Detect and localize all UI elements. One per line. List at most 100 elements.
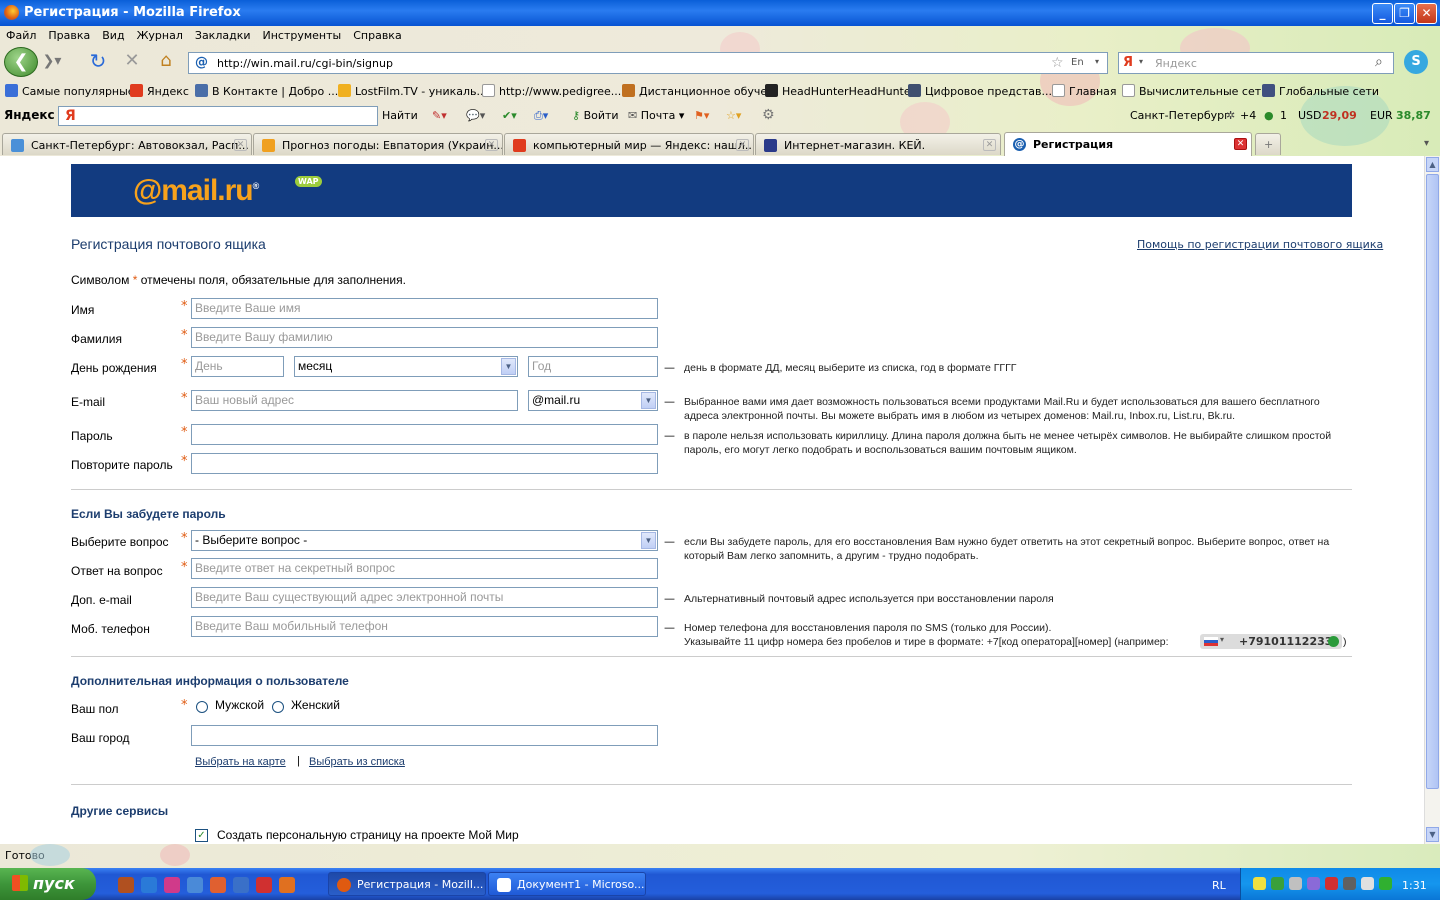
yandex-search-input[interactable]: Я: [58, 106, 378, 126]
choose-from-list-link[interactable]: Выбрать из списка: [309, 756, 405, 768]
star-icon[interactable]: ☆▾: [726, 109, 741, 122]
maximize-button[interactable]: ❐: [1394, 3, 1415, 24]
mailru-logo[interactable]: @mail.ru®: [133, 174, 259, 208]
tab-bus-station[interactable]: Санкт-Петербург: Автовокзал, Расп... ✕: [2, 133, 252, 155]
bookmark-item[interactable]: Самые популярные: [5, 84, 135, 98]
bookmark-item[interactable]: http://www.pedigree....: [482, 84, 625, 98]
tab-close-icon[interactable]: ✕: [234, 139, 247, 151]
mail-agent-icon[interactable]: [210, 877, 226, 893]
gender-male-label[interactable]: Мужской: [215, 698, 264, 712]
wap-badge[interactable]: WAP: [295, 176, 322, 187]
menu-history[interactable]: Журнал: [131, 26, 189, 42]
quicklaunch-icon[interactable]: [187, 877, 203, 893]
search-icon[interactable]: ⌕: [1375, 54, 1383, 70]
gender-male-radio[interactable]: [196, 701, 208, 713]
myworld-checkbox[interactable]: ✓: [195, 829, 208, 842]
language-indicator[interactable]: RL: [1212, 879, 1226, 892]
forward-arrow-icon[interactable]: ❯▾: [40, 50, 64, 74]
alt-email-input[interactable]: Введите Ваш существующий адрес электронн…: [191, 587, 658, 608]
tray-icon[interactable]: [1307, 877, 1320, 890]
answer-input[interactable]: Введите ответ на секретный вопрос: [191, 558, 658, 579]
bookmark-item[interactable]: HeadHunterHeadHunter: [765, 84, 915, 98]
gender-female-radio[interactable]: [272, 701, 284, 713]
yandex-brand-button[interactable]: Яндекс ▾: [4, 108, 65, 122]
surname-input[interactable]: Введите Вашу фамилию: [191, 327, 658, 348]
spellcheck-icon[interactable]: ✔▾: [502, 109, 517, 122]
menu-file[interactable]: Файл: [0, 26, 42, 42]
city-label[interactable]: Санкт-Петербург: [1130, 109, 1230, 122]
taskbar-firefox-window[interactable]: Регистрация - Mozill...: [328, 872, 486, 896]
tab-yandex-search[interactable]: компьютерный мир — Яндекс: нашл... ✕: [504, 133, 754, 155]
tray-icon[interactable]: [1325, 877, 1338, 890]
gender-female-label[interactable]: Женский: [291, 698, 340, 712]
bookmark-star-icon[interactable]: ☆: [1051, 55, 1064, 71]
start-button[interactable]: пуск: [0, 868, 96, 900]
bookmark-item[interactable]: Дистанционное обуче...: [622, 84, 778, 98]
tray-icon[interactable]: [1361, 877, 1374, 890]
yandex-engine-icon[interactable]: Я: [1123, 55, 1133, 70]
chevron-down-icon[interactable]: ▼: [641, 392, 656, 409]
choose-on-map-link[interactable]: Выбрать на карте: [195, 756, 286, 768]
tab-close-icon[interactable]: ✕: [736, 139, 749, 151]
gear-icon[interactable]: ⚙: [762, 107, 775, 123]
tab-close-icon[interactable]: ✕: [1234, 138, 1247, 150]
search-box[interactable]: Я ▾ Яндекс ⌕: [1118, 52, 1394, 74]
chevron-down-icon[interactable]: ▼: [641, 532, 656, 549]
bookmark-item[interactable]: Яндекс: [130, 84, 189, 98]
clock[interactable]: 1:31: [1402, 879, 1427, 892]
vertical-scrollbar[interactable]: ▲ ▼: [1424, 156, 1440, 844]
quicklaunch-icon[interactable]: [164, 877, 180, 893]
tray-icon[interactable]: [1253, 877, 1266, 890]
bookmarks-icon[interactable]: ⚑▾: [694, 109, 709, 122]
new-tab-button[interactable]: +: [1255, 133, 1281, 155]
scroll-down-icon[interactable]: ▼: [1426, 827, 1439, 842]
tab-registration[interactable]: @ Регистрация ✕: [1004, 132, 1252, 156]
email-input[interactable]: Ваш новый адрес: [191, 390, 518, 411]
birth-month-select[interactable]: месяц ▼: [294, 356, 518, 377]
bookmark-item[interactable]: Цифровое представ...: [908, 84, 1052, 98]
tab-weather[interactable]: Прогноз погоды: Евпатория (Украин... ✕: [253, 133, 503, 155]
tab-key-shop[interactable]: Интернет-магазин. КЕЙ. ✕: [755, 133, 1001, 155]
bookmark-item[interactable]: Глобальные сети: [1262, 84, 1379, 98]
name-input[interactable]: Введите Ваше имя: [191, 298, 658, 319]
city-input[interactable]: [191, 725, 658, 746]
yandex-find-button[interactable]: Найти: [382, 109, 418, 122]
tray-icon[interactable]: [1271, 877, 1284, 890]
language-indicator[interactable]: En: [1071, 57, 1084, 68]
skype-icon[interactable]: S: [1404, 50, 1428, 74]
firefox-quicklaunch-icon[interactable]: [279, 877, 295, 893]
pencil-icon[interactable]: ✎▾: [432, 109, 447, 122]
chevron-down-icon[interactable]: ▼: [501, 358, 516, 375]
tray-icon[interactable]: [1289, 877, 1302, 890]
minimize-button[interactable]: _: [1372, 3, 1393, 24]
bookmark-item[interactable]: Главная: [1052, 84, 1117, 98]
icq-icon[interactable]: [1379, 877, 1392, 890]
engine-dropdown-icon[interactable]: ▾: [1139, 57, 1143, 66]
usd-rate[interactable]: 29,09: [1322, 109, 1357, 122]
menu-help[interactable]: Справка: [347, 26, 407, 42]
stop-icon[interactable]: ✕: [120, 50, 144, 74]
password-repeat-input[interactable]: [191, 453, 658, 474]
help-link[interactable]: Помощь по регистрации почтового ящика: [1137, 238, 1383, 251]
close-window-button[interactable]: ✕: [1416, 3, 1437, 24]
phone-input[interactable]: Введите Ваш мобильный телефон: [191, 616, 658, 637]
window-titlebar[interactable]: Регистрация - Mozilla Firefox _ ❐ ✕: [0, 0, 1440, 26]
birth-year-input[interactable]: Год: [528, 356, 658, 377]
birth-day-input[interactable]: День: [191, 356, 284, 377]
menu-edit[interactable]: Правка: [42, 26, 96, 42]
tab-list-icon[interactable]: ▾: [1424, 138, 1429, 149]
myworld-label[interactable]: Создать персональную страницу на проекте…: [217, 828, 519, 842]
bookmark-item[interactable]: Вычислительные сет...: [1122, 84, 1272, 98]
bookmark-item[interactable]: В Контакте | Добро ...: [195, 84, 338, 98]
menu-view[interactable]: Вид: [96, 26, 130, 42]
speech-bubble-icon[interactable]: 💬▾: [466, 109, 485, 122]
home-icon[interactable]: ⌂: [154, 50, 178, 74]
yandex-mail-button[interactable]: ✉ Почта ▾: [628, 109, 684, 122]
weather-temp[interactable]: +4: [1240, 109, 1256, 122]
tab-close-icon[interactable]: ✕: [983, 139, 996, 151]
yandex-login-button[interactable]: ⚷ Войти: [572, 109, 619, 122]
password-input[interactable]: [191, 424, 658, 445]
url-bar[interactable]: @ http://win.mail.ru/cgi-bin/signup ☆ En…: [188, 52, 1108, 74]
site-identity-icon[interactable]: @: [195, 55, 208, 70]
tab-close-icon[interactable]: ✕: [485, 139, 498, 151]
